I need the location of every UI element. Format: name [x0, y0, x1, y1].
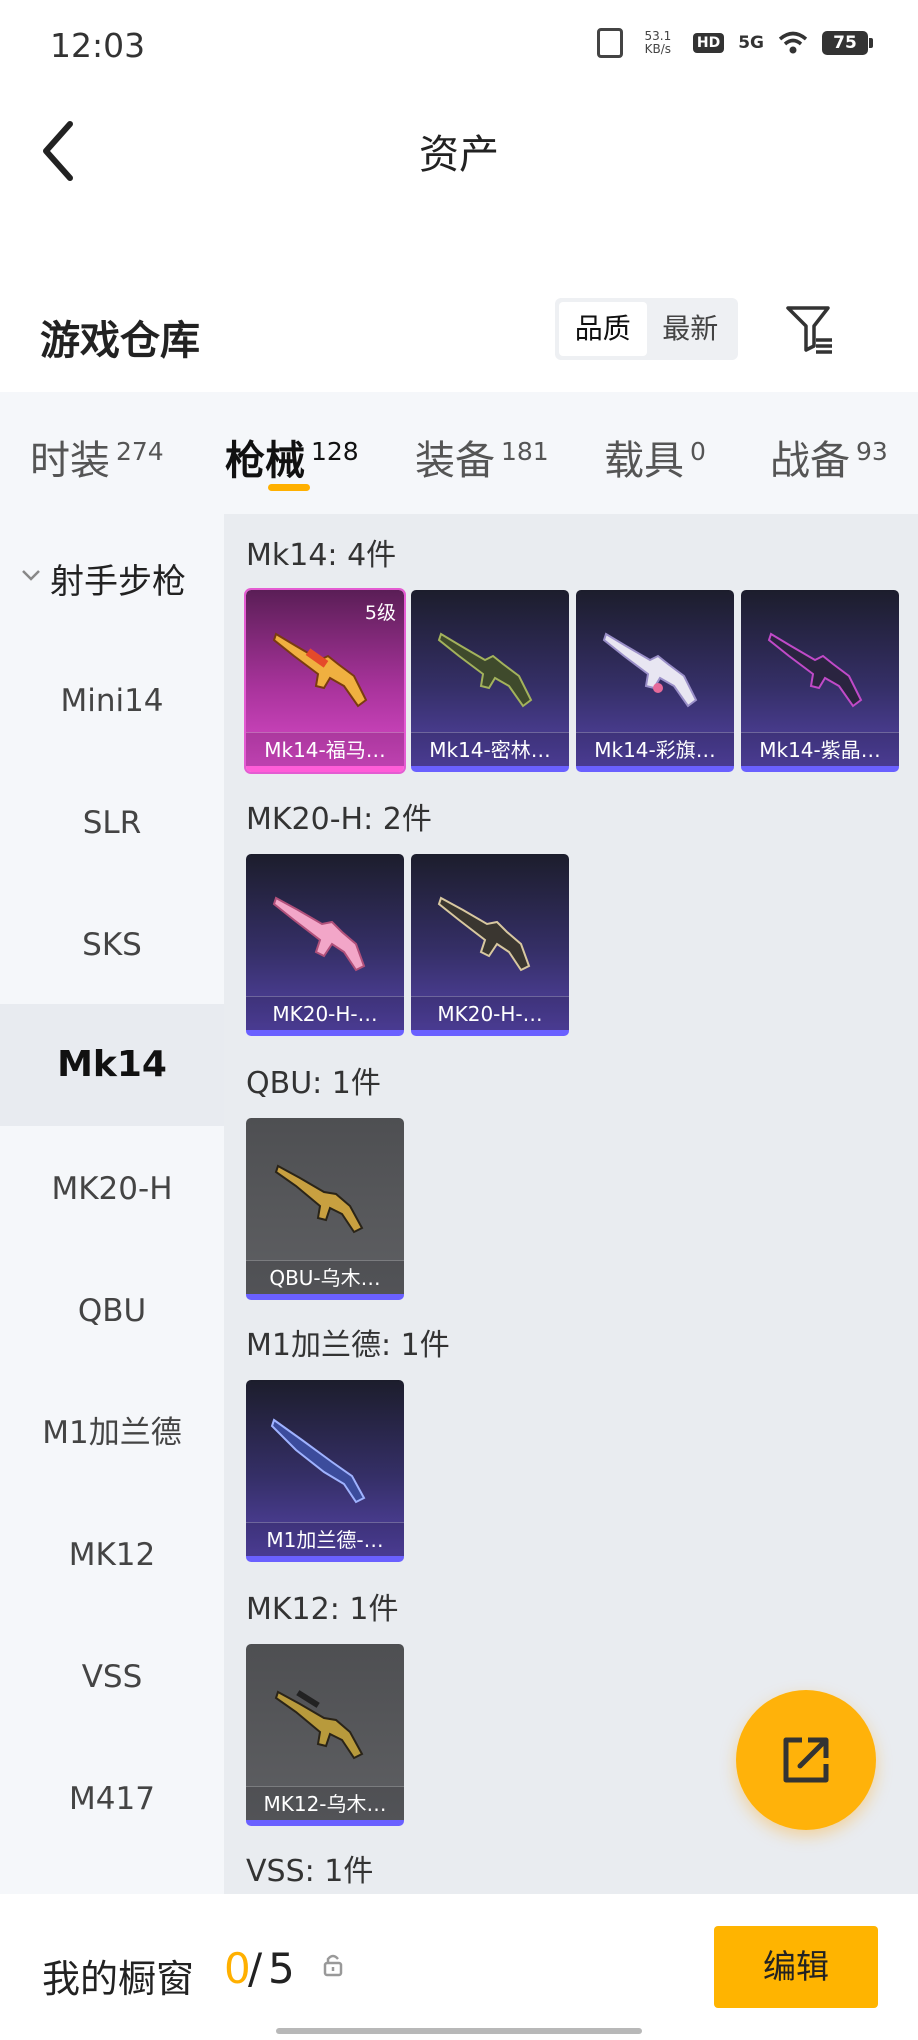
tab-vehicles-label: 载具 — [604, 438, 684, 484]
card-label: Mk14-福马… — [246, 732, 404, 766]
tab-weapons-label: 枪械 — [225, 438, 305, 484]
sidebar-item-m417[interactable]: M417 — [0, 1738, 224, 1860]
weapon-grid: Mk14: 4件 5级 Mk14-福马… Mk14-密林… Mk14-彩旗… M… — [224, 514, 918, 1894]
card-label: Mk14-彩旗… — [576, 732, 734, 766]
group-title-mk14: Mk14: 4件 — [246, 538, 397, 573]
group-title-mk12: MK12: 1件 — [246, 1592, 399, 1627]
sidebar-item-mini14[interactable]: Mini14 — [0, 640, 224, 762]
chevron-down-icon — [22, 570, 40, 581]
card-label: Mk14-密林… — [411, 732, 569, 766]
tab-fashion-count: 274 — [116, 437, 164, 466]
group-title-qbu: QBU: 1件 — [246, 1066, 381, 1101]
sidebar-item-qbu[interactable]: QBU — [0, 1250, 224, 1372]
tab-fashion[interactable]: 时装 274 — [30, 428, 164, 486]
weapon-card[interactable]: Mk14-紫晶… — [741, 590, 899, 772]
status-icons: 53.1 KB/s HD 5G 75 — [596, 28, 873, 58]
status-bar: 12:03 53.1 KB/s HD 5G 75 — [0, 0, 918, 92]
tab-equipment[interactable]: 装备 181 — [415, 428, 549, 486]
card-label: MK20-H-… — [411, 996, 569, 1030]
battery-icon: 75 — [822, 31, 873, 55]
tab-supplies-count: 93 — [856, 437, 888, 466]
sidebar-category-label: 射手步枪 — [50, 562, 186, 602]
showcase-count-max: 5 — [268, 1944, 295, 1993]
network-speed: 53.1 KB/s — [637, 30, 679, 56]
group-title-m1-garand: M1加兰德: 1件 — [246, 1328, 450, 1363]
sort-toggle: 品质 最新 — [555, 298, 738, 360]
rifle-skin-image — [274, 1164, 364, 1234]
rifle-skin-image — [272, 896, 366, 972]
weapon-card[interactable]: QBU-乌木… — [246, 1118, 404, 1300]
weapon-card[interactable]: 5级 Mk14-福马… — [244, 588, 406, 774]
tab-vehicles-count: 0 — [690, 437, 706, 466]
tab-weapons[interactable]: 枪械 128 — [225, 428, 359, 486]
showcase-label: 我的橱窗 — [42, 1957, 195, 2001]
sidebar-item-mk12[interactable]: MK12 — [0, 1494, 224, 1616]
warehouse-bar: 游戏仓库 品质 最新 — [0, 292, 918, 392]
app-header: 资产 — [0, 92, 918, 292]
category-tabs: 时装 274 枪械 128 装备 181 载具 0 战备 93 — [0, 392, 918, 514]
sidebar-item-slr[interactable]: SLR — [0, 762, 224, 884]
card-label: Mk14-紫晶… — [741, 732, 899, 766]
rifle-skin-image — [272, 632, 368, 708]
tab-weapons-count: 128 — [311, 437, 359, 466]
page-title: 资产 — [419, 132, 499, 178]
hd-icon: HD — [692, 33, 725, 53]
signal-5g-icon: 5G — [738, 33, 764, 53]
sidebar-item-mk14[interactable]: Mk14 — [0, 1004, 224, 1126]
card-label: MK12-乌木… — [246, 1786, 404, 1820]
group-title-vss: VSS: 1件 — [246, 1854, 374, 1889]
weapon-card[interactable]: Mk14-密林… — [411, 590, 569, 772]
lock-icon — [323, 1954, 343, 1977]
weapon-card[interactable]: MK20-H-… — [246, 854, 404, 1036]
external-link-icon — [783, 1737, 829, 1783]
tab-supplies[interactable]: 战备 93 — [770, 428, 888, 486]
wifi-icon — [778, 31, 808, 54]
weapon-card[interactable]: MK12-乌木… — [246, 1644, 404, 1826]
network-speed-unit: KB/s — [644, 42, 672, 56]
vibrate-icon — [596, 28, 623, 58]
tab-vehicles[interactable]: 载具 0 — [604, 428, 706, 486]
sidebar-item-mk20h[interactable]: MK20-H — [0, 1128, 224, 1250]
filter-icon[interactable] — [784, 302, 836, 358]
warehouse-title: 游戏仓库 — [40, 318, 200, 364]
group-title-mk20h: MK20-H: 2件 — [246, 802, 432, 837]
card-label: MK20-H-… — [246, 996, 404, 1030]
share-fab[interactable] — [736, 1690, 876, 1830]
card-level-badge: 5级 — [364, 602, 396, 624]
status-time: 12:03 — [50, 26, 146, 65]
rifle-skin-image — [767, 632, 863, 708]
sort-quality-button[interactable]: 品质 — [559, 302, 647, 356]
tab-equipment-count: 181 — [501, 437, 549, 466]
rifle-skin-image — [437, 896, 531, 972]
weapon-card[interactable]: MK20-H-… — [411, 854, 569, 1036]
sidebar-item-m1-garand[interactable]: M1加兰德 — [0, 1372, 224, 1494]
sidebar-item-sks[interactable]: SKS — [0, 884, 224, 1006]
showcase-count-separator: / — [248, 1944, 263, 1993]
tab-supplies-label: 战备 — [770, 438, 850, 484]
rifle-skin-image — [274, 1690, 364, 1760]
sort-newest-button[interactable]: 最新 — [647, 302, 735, 356]
showcase-count-current: 0 — [224, 1944, 251, 1993]
weapon-card[interactable]: Mk14-彩旗… — [576, 590, 734, 772]
card-label: QBU-乌木… — [246, 1260, 404, 1294]
weapon-card[interactable]: M1加兰德-… — [246, 1380, 404, 1562]
home-indicator[interactable] — [276, 2028, 642, 2034]
showcase-bar: 我的橱窗 0 / 5 编辑 — [0, 1894, 918, 2040]
tab-equipment-label: 装备 — [415, 438, 495, 484]
edit-button[interactable]: 编辑 — [714, 1926, 878, 2008]
tab-fashion-label: 时装 — [30, 438, 110, 484]
rifle-skin-image — [270, 1418, 366, 1504]
rifle-skin-image — [437, 632, 533, 708]
rifle-skin-image — [602, 632, 698, 708]
active-tab-indicator — [268, 484, 310, 491]
sidebar-category-header[interactable]: 射手步枪 — [0, 514, 224, 640]
weapon-sidebar: 射手步枪 Mini14 SLR SKS Mk14 MK20-H QBU M1加兰… — [0, 514, 224, 1894]
card-label: M1加兰德-… — [246, 1522, 404, 1556]
sidebar-item-vss[interactable]: VSS — [0, 1616, 224, 1738]
